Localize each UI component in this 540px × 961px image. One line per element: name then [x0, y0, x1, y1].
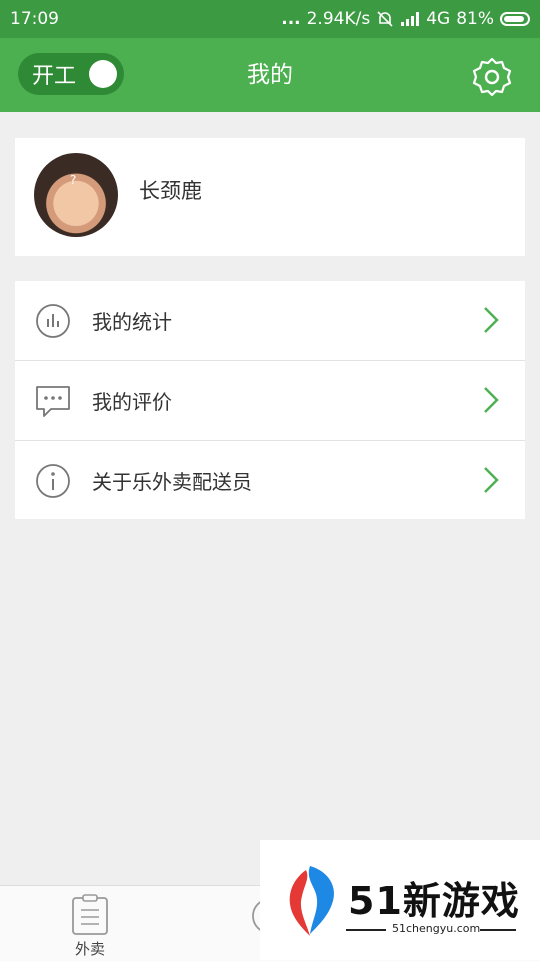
chevron-right-icon — [484, 387, 499, 413]
status-dots: ... — [281, 9, 301, 29]
menu-item-about[interactable]: 关于乐外卖配送员 — [15, 441, 525, 520]
info-icon — [36, 464, 70, 498]
mute-bell-icon — [377, 11, 393, 27]
tab-label: 外卖 — [74, 940, 105, 958]
gear-icon[interactable] — [472, 57, 512, 97]
page-title: 我的 — [247, 62, 293, 88]
profile-card[interactable]: 长颈鹿 — [15, 138, 525, 256]
watermark-line-right — [480, 929, 516, 931]
status-bar: 17:09 ... 2.94K/s 4G 81% — [0, 0, 540, 38]
menu-item-reviews[interactable]: 我的评价 — [15, 361, 525, 441]
comment-icon — [36, 386, 70, 417]
profile-name: 长颈鹿 — [139, 179, 202, 203]
chevron-right-icon — [484, 307, 499, 333]
chart-icon — [36, 304, 70, 338]
watermark-overlay: 51新游戏 51chengyu.com — [260, 840, 540, 960]
menu-item-label: 我的统计 — [92, 310, 172, 334]
network-type: 4G — [426, 9, 451, 29]
menu-item-statistics[interactable]: 我的统计 — [15, 281, 525, 361]
menu-list: 我的统计 我的评价 关于乐外卖配送员 — [15, 281, 525, 519]
signal-icon — [401, 12, 420, 26]
battery-icon — [500, 12, 530, 26]
app-bar: 开工 我的 — [0, 38, 540, 112]
menu-item-label: 我的评价 — [92, 390, 172, 414]
status-indicators: ... 2.94K/s 4G 81% — [281, 9, 530, 29]
clipboard-icon — [72, 894, 108, 935]
watermark-line-left — [346, 929, 386, 931]
watermark-brand: 51新游戏 — [348, 879, 520, 923]
brand-logo-icon — [289, 866, 334, 936]
battery-percent: 81% — [456, 9, 494, 29]
watermark-site: 51chengyu.com — [392, 922, 481, 935]
avatar[interactable] — [34, 153, 118, 237]
network-speed: 2.94K/s — [306, 9, 371, 29]
status-time: 17:09 — [10, 9, 59, 29]
tab-takeout[interactable]: 外卖 — [25, 886, 155, 961]
chevron-right-icon — [484, 467, 499, 493]
menu-item-label: 关于乐外卖配送员 — [92, 470, 252, 494]
